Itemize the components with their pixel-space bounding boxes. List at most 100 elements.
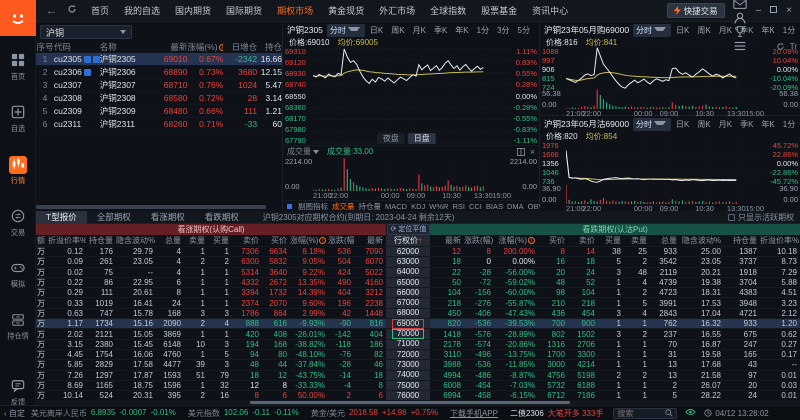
nav-item-首页[interactable]: 首页 bbox=[91, 4, 109, 17]
refresh-button[interactable] bbox=[67, 4, 77, 17]
put-header-7[interactable]: 总量 bbox=[650, 235, 680, 246]
tab-月K[interactable]: 月K bbox=[716, 118, 735, 131]
options-tab-T型报价[interactable]: T型报价 bbox=[36, 211, 87, 224]
session-夜盘[interactable]: 夜盘 bbox=[376, 133, 405, 144]
options-row-73000[interactable]: 万 5.85 2829 17.58 4477 39 3 48 44 -37.84% -28 46 730… bbox=[36, 360, 800, 371]
tab-周K[interactable]: 周K bbox=[388, 24, 407, 37]
options-tab-看涨期权[interactable]: 看涨期权 bbox=[141, 211, 195, 224]
nav-item-国际期货[interactable]: 国际期货 bbox=[226, 4, 262, 17]
call-header-7[interactable]: 卖价 bbox=[232, 235, 262, 246]
quick-trade-button[interactable]: 快捷交易 bbox=[666, 3, 725, 18]
watchlist-row-cu2308[interactable]: 4 cu2308 沪铜2308 68580 0.72% 28 3.14 bbox=[36, 92, 282, 105]
put-header-6[interactable]: 卖量 bbox=[624, 235, 650, 246]
column-header-6[interactable]: 持仓 bbox=[257, 41, 282, 53]
sidebar-item-feedback[interactable]: 反馈 bbox=[0, 378, 36, 408]
tab-季K[interactable]: 季K bbox=[737, 118, 756, 131]
search-icon[interactable] bbox=[665, 409, 673, 417]
nav-item-全球指数[interactable]: 全球指数 bbox=[430, 4, 466, 17]
options-row-75000[interactable]: 万 8.69 1165 18.75 1596 1 32 12 8 -33.33% -4 8 75000 6… bbox=[36, 380, 800, 392]
tab-1分[interactable]: 1分 bbox=[780, 118, 798, 131]
nav-item-国内期货[interactable]: 国内期货 bbox=[175, 4, 211, 17]
call-header-0[interactable]: 额 bbox=[36, 235, 48, 246]
put-header-5[interactable]: 买量 bbox=[598, 235, 624, 246]
tab-年K[interactable]: 年K bbox=[452, 24, 471, 37]
nav-item-黄金现货[interactable]: 黄金现货 bbox=[328, 4, 364, 17]
list-icon[interactable] bbox=[733, 39, 747, 53]
options-row-62000[interactable]: 万 0.12 176 29.79 4 1 1 7306 6634 8.18% 536 7090 6200… bbox=[36, 247, 800, 258]
column-header-4[interactable]: 涨幅(%) i bbox=[187, 41, 224, 53]
back-button[interactable]: ← bbox=[46, 5, 57, 17]
options-row-67000[interactable]: 万 0.33 1019 16.41 24 1 1 2374 2070 9.60% 196 2238 67… bbox=[36, 298, 800, 309]
call-header-6[interactable]: 买量 bbox=[208, 235, 232, 246]
call-header-10[interactable]: 涨跌(幅) bbox=[328, 235, 354, 246]
ticker-item[interactable]: 美元离岸人民币 6.8935 -0.0007 -0.01% bbox=[31, 408, 176, 419]
options-row-70000[interactable]: 万 2.02 2121 15.05 3869 1 1 420 408 -26.01% -142 404… bbox=[36, 329, 800, 340]
tab-分时[interactable]: 分时 bbox=[326, 23, 365, 37]
watchlist-hscrollbar[interactable] bbox=[36, 205, 266, 209]
group-select[interactable]: 沪铜 bbox=[40, 25, 132, 39]
options-row-69000[interactable]: 万 1.17 1734 15.16 2090 2 4 888 616 -9.93% -90 816 69… bbox=[36, 318, 800, 330]
call-header-3[interactable]: 隐含波动% bbox=[116, 235, 156, 246]
options-row-64000[interactable]: 万 0.02 75 -- 4 1 1 5314 3640 9.22% 424 5022 64000 22-… bbox=[36, 267, 800, 278]
watchlist-row-cu2309[interactable]: 5 cu2309 沪铜2309 68480 0.66% 111 1.21 bbox=[36, 105, 282, 118]
put-header-1[interactable]: 涨跌(幅) bbox=[464, 235, 494, 246]
options-row-66000[interactable]: 万 0.29 111 20.61 8 1 1 3394 1732 14.39% 404 3212 660… bbox=[36, 288, 800, 299]
call-header-8[interactable]: 买价 bbox=[262, 235, 290, 246]
options-tab-看跌期权[interactable]: 看跌期权 bbox=[195, 211, 249, 224]
put-header-0[interactable]: 最新 bbox=[430, 235, 464, 246]
session-日盘[interactable]: 日盘 bbox=[407, 133, 436, 144]
watchlist-row-cu2307[interactable]: 3 cu2307 沪铜2307 68710 0.76% 1024 5.47 bbox=[36, 79, 282, 92]
column-header-5[interactable]: 日增仓 bbox=[223, 41, 258, 53]
indicator-RSI[interactable]: RSI bbox=[452, 202, 465, 211]
ticker-item[interactable]: 黄金/美元 2018.58 +14.96 +0.75% bbox=[311, 408, 438, 419]
call-header-11[interactable]: 最新 bbox=[354, 235, 386, 246]
sidebar-item-kline[interactable]: 行情 bbox=[0, 156, 36, 186]
maximize-button[interactable] bbox=[770, 5, 778, 16]
put-header-2[interactable]: 涨幅(%) i bbox=[494, 235, 538, 246]
sidebar-item-trade[interactable]: 交易 bbox=[0, 208, 36, 238]
call-header-2[interactable]: 持仓量 bbox=[86, 235, 116, 246]
put-header-9[interactable]: 持仓量 bbox=[724, 235, 760, 246]
ticker-item[interactable]: 美元指数 102.06 -0.11 -0.11% bbox=[188, 408, 299, 419]
close-icon[interactable]: × bbox=[530, 147, 535, 156]
tab-5分[interactable]: 5分 bbox=[515, 24, 533, 37]
tab-1分[interactable]: 1分 bbox=[474, 24, 492, 37]
put-header-3[interactable]: 买价 bbox=[538, 235, 568, 246]
indicator-副图指标[interactable]: 副图指标 bbox=[287, 201, 328, 212]
refresh-chart-icon[interactable] bbox=[776, 42, 785, 51]
tab-10分[interactable]: 10分 bbox=[535, 24, 537, 37]
active-options-checkbox[interactable]: 只显示活跃期权 bbox=[728, 212, 794, 223]
tab-周K[interactable]: 周K bbox=[694, 118, 713, 131]
tab-分时[interactable]: 分时 bbox=[633, 23, 672, 37]
eye-icon[interactable] bbox=[685, 408, 697, 418]
options-row-74000[interactable]: 万 7.26 1297 17.87 1593 51 79 18 12 -43.75% -14 18 74… bbox=[36, 370, 800, 381]
watchlist-row-cu2305[interactable]: 1 cu2305 沪铜2305 69010 0.67% -2342 16.66 bbox=[36, 53, 282, 66]
font-size-icon[interactable]: Tr bbox=[790, 42, 797, 51]
mail-icon[interactable] bbox=[732, 0, 747, 11]
ticker-collapse[interactable]: ‹ 自定 bbox=[4, 408, 25, 419]
download-app-link[interactable]: 下载手机APP bbox=[450, 408, 498, 419]
tab-日K[interactable]: 日K bbox=[367, 24, 386, 37]
column-header-2[interactable]: 名称 bbox=[100, 41, 150, 53]
options-row-68000[interactable]: 万 0.63 747 15.78 168 3 3 1786 864 2.99% 42 1448 6800… bbox=[36, 308, 800, 320]
call-header-5[interactable]: 卖量 bbox=[184, 235, 208, 246]
options-row-65000[interactable]: 万 0.22 86 22.95 6 1 1 4332 2672 13.35% 490 4160 6500… bbox=[36, 277, 800, 289]
tab-日K[interactable]: 日K bbox=[673, 118, 692, 131]
alert-contract[interactable]: 二债2306 bbox=[510, 408, 544, 419]
options-row-71000[interactable]: 万 3.15 2380 15.45 6148 10 3 194 168 -38.82% -118 18… bbox=[36, 339, 800, 350]
nav-item-期权市场[interactable]: 期权市场 bbox=[277, 4, 313, 17]
options-row-63000[interactable]: 万 0.09 261 23.05 4 2 2 6300 5832 9.05% 504 6070 6300… bbox=[36, 257, 800, 268]
tab-年K[interactable]: 年K bbox=[758, 118, 777, 131]
indicator-DMA[interactable]: DMA bbox=[507, 202, 524, 211]
watchlist-row-cu2311[interactable]: 6 cu2311 沪铜2311 68260 0.71% -33 60 bbox=[36, 118, 282, 131]
sidebar-item-drawer[interactable]: 持仓情 bbox=[0, 312, 36, 342]
expand-panel-icon[interactable] bbox=[516, 147, 525, 156]
sidebar-item-game[interactable]: 模拟 bbox=[0, 260, 36, 290]
nav-item-股票基金[interactable]: 股票基金 bbox=[481, 4, 517, 17]
indicator-select[interactable]: 成交量 bbox=[287, 146, 319, 157]
user-icon[interactable] bbox=[733, 11, 747, 25]
column-header-0[interactable]: 序号 bbox=[36, 41, 54, 53]
indicator-BIAS[interactable]: BIAS bbox=[486, 202, 503, 211]
locate-atm-button[interactable]: ⟳ 定位平值 bbox=[387, 224, 430, 235]
put-header-4[interactable]: 卖价 bbox=[568, 235, 598, 246]
